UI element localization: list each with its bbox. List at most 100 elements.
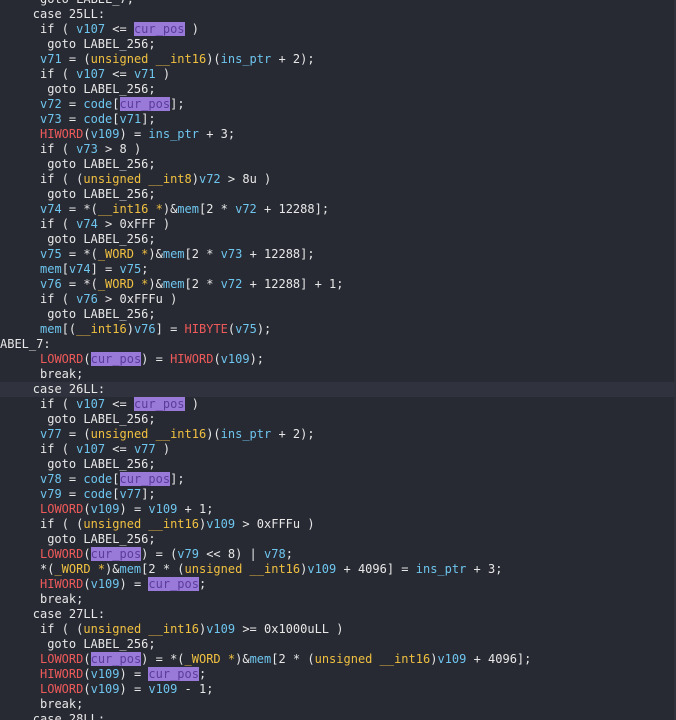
code-token: v76 xyxy=(76,292,98,306)
code-line[interactable]: LOWORD(v109) = v109 - 1; xyxy=(0,682,676,697)
code-line[interactable]: case 27LL: xyxy=(0,607,676,622)
code-token: ( xyxy=(61,67,77,81)
code-line[interactable]: case 26LL: xyxy=(0,382,676,397)
code-line[interactable]: v75 = *(_WORD *)&mem[2 * v73 + 12288]; xyxy=(0,247,676,262)
code-line[interactable]: v79 = code[v77]; xyxy=(0,487,676,502)
code-token: v76 xyxy=(40,277,62,291)
code-token: goto xyxy=(47,532,84,546)
code-line[interactable]: *(_WORD *)&mem[2 * (unsigned __int16)v10… xyxy=(0,562,676,577)
code-line[interactable]: v76 = *(_WORD *)&mem[2 * v72 + 12288] + … xyxy=(0,277,676,292)
code-token: __int16 xyxy=(76,322,127,336)
code-token: ) = xyxy=(119,502,149,516)
code-token: if xyxy=(40,442,62,456)
code-token: break; xyxy=(40,697,84,711)
code-line[interactable]: break; xyxy=(0,697,676,712)
code-line[interactable]: HIWORD(v109) = ins_ptr + 3; xyxy=(0,127,676,142)
code-line[interactable]: if ( v107 <= cur_pos ) xyxy=(0,22,676,37)
code-token: v107 xyxy=(76,397,106,411)
code-line[interactable]: mem[(__int16)v76] = HIBYTE(v75); xyxy=(0,322,676,337)
code-line[interactable]: HIWORD(v109) = cur_pos; xyxy=(0,667,676,682)
code-token: break; xyxy=(40,367,84,381)
code-line[interactable]: v78 = code[cur_pos]; xyxy=(0,472,676,487)
code-token: code xyxy=(83,472,113,486)
code-line[interactable]: v77 = (unsigned __int16)(ins_ptr + 2); xyxy=(0,427,676,442)
code-line[interactable]: LOWORD(cur_pos) = HIWORD(v109); xyxy=(0,352,676,367)
code-token: [2 * xyxy=(184,247,221,261)
code-token: v71 xyxy=(119,112,142,126)
code-token: ABEL_7: xyxy=(0,337,51,351)
code-line[interactable]: goto LABEL_256; xyxy=(0,457,676,472)
code-token: = ( xyxy=(61,52,91,66)
code-token: HIWORD xyxy=(170,352,214,366)
code-token: [ xyxy=(112,112,120,126)
code-token: : xyxy=(97,607,106,621)
code-line[interactable]: goto LABEL_7; xyxy=(0,0,676,7)
code-line[interactable]: if ( v74 > 0xFFF ) xyxy=(0,217,676,232)
code-line[interactable]: HIWORD(v109) = cur_pos; xyxy=(0,577,676,592)
code-token: + 12288]; xyxy=(242,247,315,261)
pseudocode-view[interactable]: goto LABEL_7;case 25LL:if ( v107 <= cur_… xyxy=(0,0,676,720)
code-line[interactable]: if ( (unsigned __int16)v109 >= 0x1000uLL… xyxy=(0,622,676,637)
code-line[interactable]: if ( v73 > 8 ) xyxy=(0,142,676,157)
code-line[interactable]: goto LABEL_256; xyxy=(0,307,676,322)
code-line[interactable]: LOWORD(v109) = v109 + 1; xyxy=(0,502,676,517)
code-line[interactable]: v71 = (unsigned __int16)(ins_ptr + 2); xyxy=(0,52,676,67)
code-line[interactable]: goto LABEL_256; xyxy=(0,157,676,172)
code-line[interactable]: v72 = code[cur_pos]; xyxy=(0,97,676,112)
code-token: goto xyxy=(47,307,84,321)
code-token: LABEL_256; xyxy=(83,532,156,546)
code-line[interactable]: goto LABEL_256; xyxy=(0,82,676,97)
code-line[interactable]: if ( v107 <= cur_pos ) xyxy=(0,397,676,412)
code-line[interactable]: goto LABEL_256; xyxy=(0,637,676,652)
code-token: mem xyxy=(40,262,62,276)
code-line[interactable]: goto LABEL_256; xyxy=(0,532,676,547)
code-token: v107 xyxy=(76,22,106,36)
code-token: v72 xyxy=(220,277,243,291)
code-line[interactable]: mem[v74] = v75; xyxy=(0,262,676,277)
code-token: )& xyxy=(105,562,120,576)
code-line[interactable]: goto LABEL_256; xyxy=(0,412,676,427)
code-token: ) = ( xyxy=(141,547,178,561)
code-token: = xyxy=(61,487,84,501)
code-token: if xyxy=(40,172,62,186)
code-token: ins_ptr xyxy=(220,52,272,66)
code-token: LABEL_7; xyxy=(76,0,134,6)
code-line[interactable]: LOWORD(cur_pos) = *(_WORD *)&mem[2 * (un… xyxy=(0,652,676,667)
code-token: __int16 * xyxy=(97,202,163,216)
code-line[interactable]: goto LABEL_256; xyxy=(0,187,676,202)
code-token: code xyxy=(83,97,113,111)
code-token: + 12288] + 1; xyxy=(242,277,344,291)
code-line[interactable]: break; xyxy=(0,367,676,382)
code-line[interactable]: v74 = *(__int16 *)&mem[2 * v72 + 12288]; xyxy=(0,202,676,217)
code-token: ; xyxy=(285,547,293,561)
code-line[interactable]: break; xyxy=(0,592,676,607)
code-line[interactable]: if ( v76 > 0xFFFu ) xyxy=(0,292,676,307)
code-line[interactable]: goto LABEL_256; xyxy=(0,232,676,247)
code-line[interactable]: ABEL_7: xyxy=(0,337,676,352)
code-token: - 1; xyxy=(177,682,214,696)
code-line[interactable]: goto LABEL_256; xyxy=(0,37,676,52)
code-token: unsigned __int16 xyxy=(314,652,431,666)
code-token: ( xyxy=(61,217,77,231)
code-token: v109 xyxy=(148,682,178,696)
code-token: _WORD * xyxy=(97,247,149,261)
code-line[interactable]: if ( v107 <= v77 ) xyxy=(0,442,676,457)
code-line[interactable]: if ( (unsigned __int8)v72 > 8u ) xyxy=(0,172,676,187)
code-line[interactable]: case 28LL: xyxy=(0,712,676,720)
code-token: 28LL xyxy=(68,712,98,720)
code-token: mem xyxy=(162,247,185,261)
code-token: )& xyxy=(148,277,163,291)
code-token: + 3; xyxy=(198,127,236,141)
code-token: v109 xyxy=(206,517,236,531)
code-token: goto xyxy=(47,637,84,651)
highlighted-token: cur_pos xyxy=(90,547,142,561)
code-line[interactable]: case 25LL: xyxy=(0,7,676,22)
code-token: ) xyxy=(155,67,171,81)
code-token: > 0xFFF ) xyxy=(97,217,171,231)
code-line[interactable]: v73 = code[v71]; xyxy=(0,112,676,127)
code-token: ] = xyxy=(155,322,185,336)
code-line[interactable]: if ( v107 <= v71 ) xyxy=(0,67,676,82)
code-line[interactable]: if ( (unsigned __int16)v109 > 0xFFFu ) xyxy=(0,517,676,532)
code-token: ) = xyxy=(119,127,149,141)
code-line[interactable]: LOWORD(cur_pos) = (v79 << 8) | v78; xyxy=(0,547,676,562)
